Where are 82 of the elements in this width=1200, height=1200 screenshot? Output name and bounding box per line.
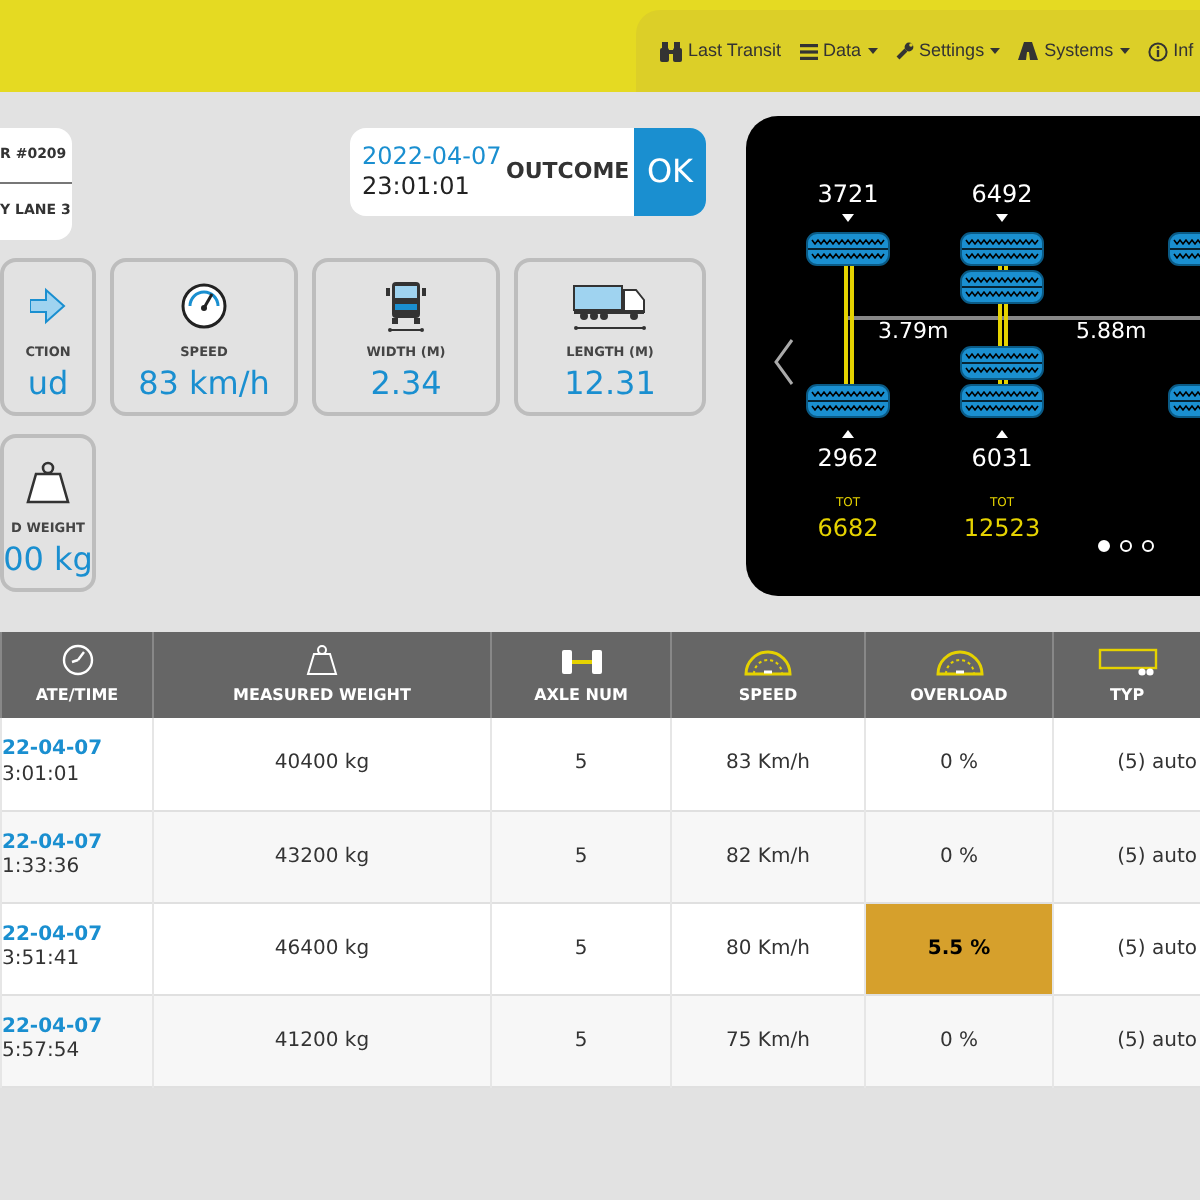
axle-load-bottom: 2962 <box>815 442 881 476</box>
overload-value: 0 % <box>865 994 1053 1086</box>
axle-load-top: 6492 <box>969 178 1035 212</box>
axle-spacing-label: 3.79m <box>878 316 949 348</box>
column-label: OVERLOAD <box>910 683 1008 707</box>
caret-icon <box>1119 48 1130 54</box>
nav-menu-item[interactable]: Settings <box>895 37 1001 65</box>
vehicle-type: (5) auto <box>1053 718 1200 810</box>
axle-total: 12523 <box>961 512 1043 546</box>
clock-icon <box>61 643 93 675</box>
tire-icon <box>960 384 1044 418</box>
nav-menu-item[interactable]: Last Transit <box>660 37 782 65</box>
axle-total: 6682 <box>815 512 881 546</box>
outcome-label: OUTCOME <box>506 155 632 188</box>
nav-menu-item[interactable]: Inf <box>1147 37 1194 65</box>
trailer-icon <box>1097 647 1157 675</box>
axle-count: 5 <box>491 810 671 902</box>
column-label: TYP <box>1109 683 1145 707</box>
speedometer-icon <box>180 282 228 331</box>
tire-icon <box>806 232 890 266</box>
tile-value: 12.31 <box>564 364 656 404</box>
transit-time: 5:57:54 <box>2 1040 82 1065</box>
axle-count: 5 <box>491 994 671 1086</box>
column-label: ATE/TIME <box>35 683 119 707</box>
road-icon <box>1018 42 1039 60</box>
column-label: SPEED <box>738 683 798 707</box>
binoculars-icon <box>660 41 682 61</box>
measured-weight: 46400 kg <box>153 902 491 994</box>
nav-menu-item[interactable]: Systems <box>1018 37 1130 65</box>
overload-value: 0 % <box>865 718 1053 810</box>
wrench-icon <box>895 42 914 60</box>
vehicle-type: (5) auto <box>1053 902 1200 994</box>
transit-date[interactable]: 22-04-07 <box>2 923 152 948</box>
outcome-time: 23:01:01 <box>362 172 472 202</box>
tile-value: 83 km/h <box>138 364 270 404</box>
tire-icon <box>960 232 1044 266</box>
up-triangle-icon <box>996 430 1008 438</box>
weight-icon <box>26 460 70 505</box>
transit-time: 1:33:36 <box>2 856 82 881</box>
overload-value: 0 % <box>865 810 1053 902</box>
list-icon <box>799 43 818 59</box>
up-triangle-icon <box>842 430 854 438</box>
tile-value: ud <box>27 364 69 404</box>
transit-date[interactable]: 22-04-07 <box>2 738 152 764</box>
axle-load-bottom: 6031 <box>969 442 1035 476</box>
tire-icon <box>806 384 890 418</box>
axle-load-top: 3721 <box>815 178 881 212</box>
gauge-icon <box>935 647 983 675</box>
transit-time: 3:01:01 <box>2 763 82 789</box>
caret-icon <box>867 48 878 54</box>
truck-front-icon <box>384 279 428 334</box>
outcome-result: OK <box>634 128 706 216</box>
column-label: MEASURED WEIGHT <box>233 683 411 707</box>
measured-weight: 41200 kg <box>153 994 491 1086</box>
gauge-icon <box>744 647 792 675</box>
speed-value: 83 Km/h <box>671 718 865 810</box>
tile-value: 2.34 <box>370 364 442 404</box>
axle-spacing-label: 5.88m <box>1076 316 1147 348</box>
tire-icon <box>960 270 1044 304</box>
measured-weight: 43200 kg <box>153 810 491 902</box>
tile-value: 00 kg <box>4 540 92 580</box>
transit-time: 3:51:41 <box>2 948 82 973</box>
vehicle-type: (5) auto <box>1053 810 1200 902</box>
arrow-icon <box>30 284 66 329</box>
measured-weight: 40400 kg <box>153 718 491 810</box>
speed-value: 75 Km/h <box>671 994 865 1086</box>
axle-count: 5 <box>491 718 671 810</box>
column-label: AXLE NUM <box>534 683 628 707</box>
weight-icon <box>306 643 338 675</box>
truck-side-icon <box>572 280 648 333</box>
speed-value: 82 Km/h <box>671 810 865 902</box>
axle-count: 5 <box>491 902 671 994</box>
caret-icon <box>990 48 1001 54</box>
outcome-date: 2022-04-07 <box>362 142 504 172</box>
vehicle-type: (5) auto <box>1053 994 1200 1086</box>
info-icon <box>1147 41 1168 61</box>
overload-value: 5.5 % <box>865 902 1053 994</box>
down-triangle-icon <box>996 214 1008 222</box>
nav-menu-item[interactable]: Data <box>799 37 878 65</box>
tire-icon <box>960 346 1044 380</box>
down-triangle-icon <box>842 214 854 222</box>
axle-icon <box>559 647 603 675</box>
